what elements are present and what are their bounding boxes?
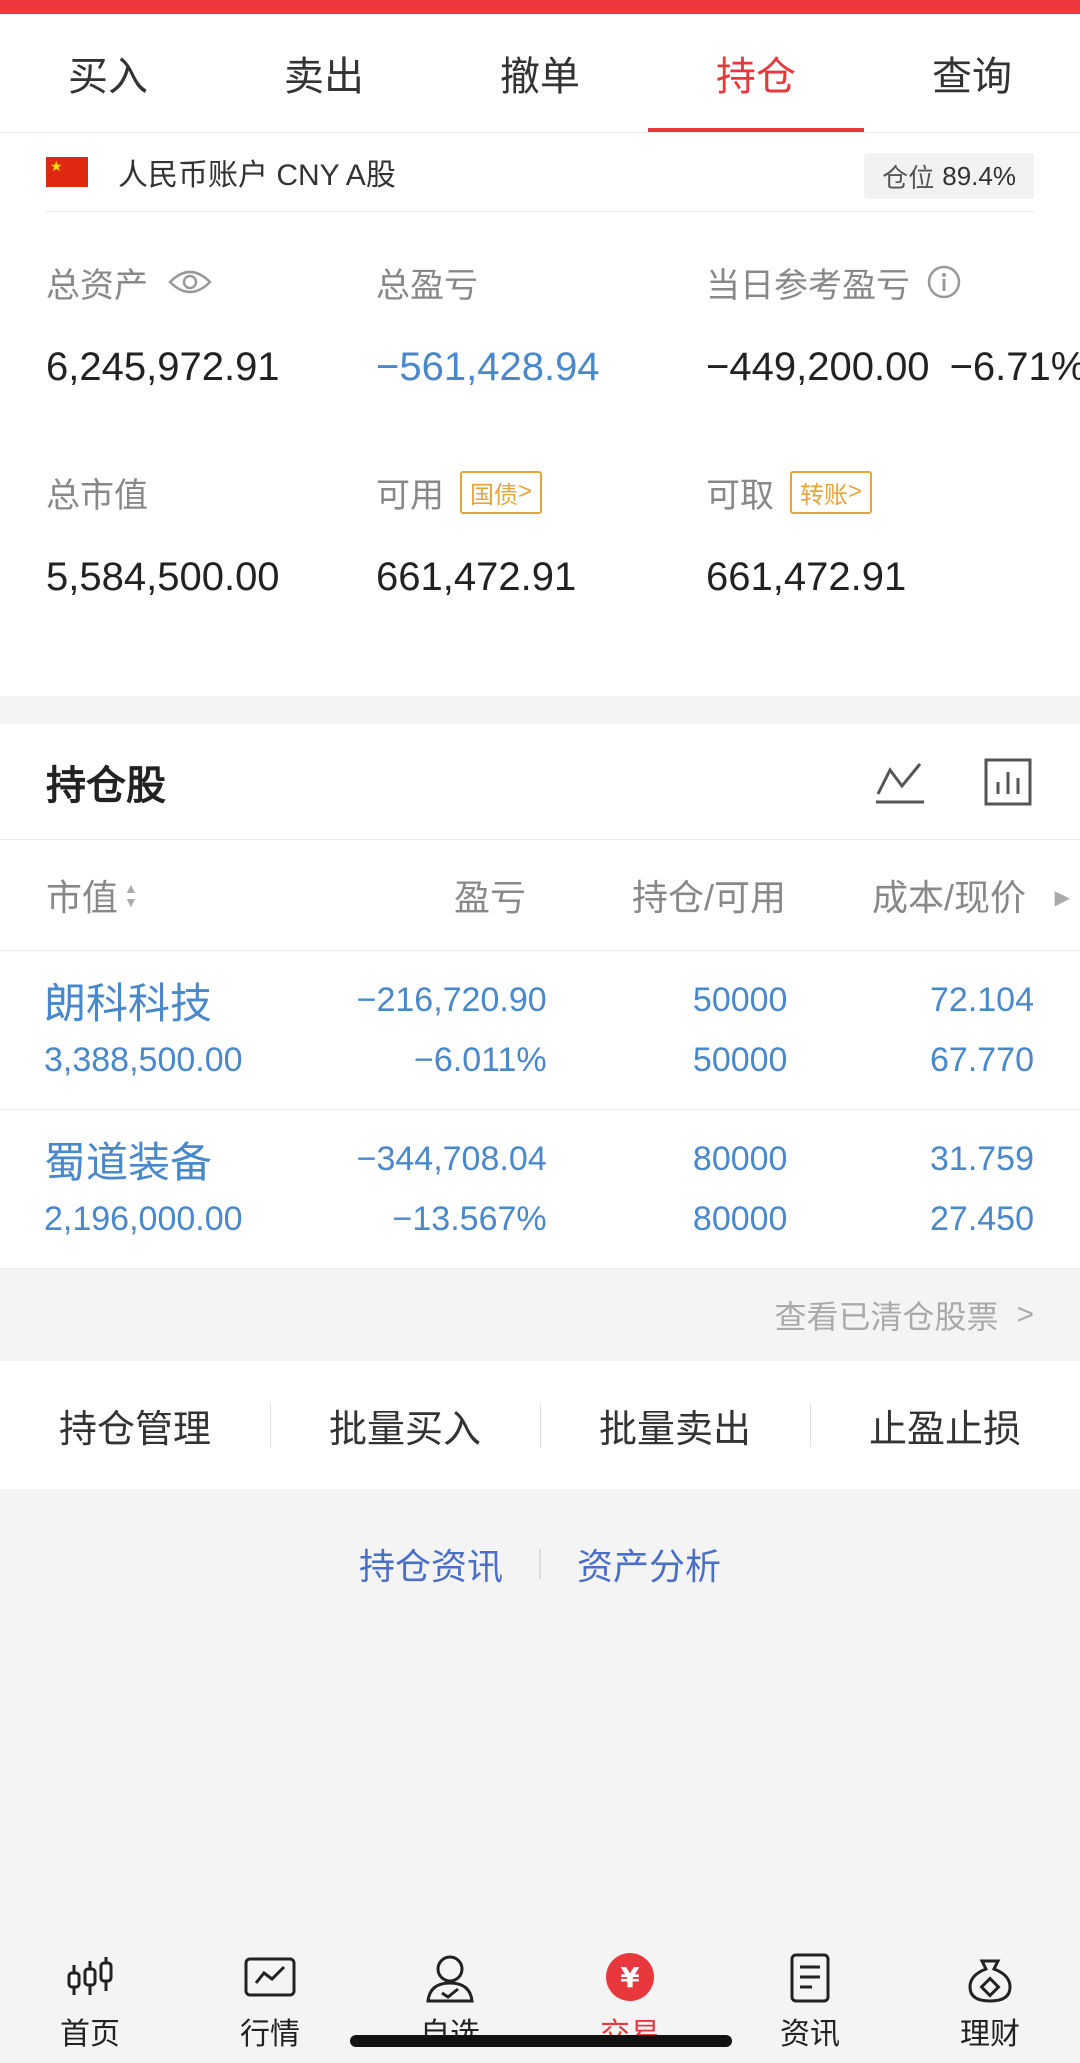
account-label: 人民币账户 CNY A股 — [118, 159, 396, 192]
available-value: 661,472.91 — [376, 554, 577, 599]
divider — [539, 1549, 541, 1579]
stock-pl-percent: −13.567% — [392, 1199, 547, 1238]
stock-hold: 80000 — [692, 1139, 788, 1178]
holding-news-link[interactable]: 持仓资讯 — [359, 1538, 503, 1590]
cleared-stocks-label: 查看已清仓股票 — [774, 1299, 999, 1335]
asset-summary: 总资产 6,245,972.91 总盈亏 −561,428.94 当日参考盈亏 — [46, 212, 1080, 696]
nav-home-label: 首页 — [60, 2018, 120, 2051]
total-pl-label: 总盈亏 — [376, 266, 478, 305]
stock-pl-percent: −6.011% — [413, 1040, 547, 1079]
stock-available: 80000 — [692, 1199, 788, 1238]
nav-news[interactable]: 资讯 — [720, 1943, 900, 2063]
available-label: 可用 — [376, 476, 444, 515]
day-pl-value: −449,200.00 — [706, 344, 930, 389]
column-pl: 盈亏 — [453, 877, 526, 918]
wealth-bag-icon — [968, 1959, 1012, 2003]
stock-price: 67.770 — [930, 1040, 1034, 1079]
holding-actions: 持仓管理 批量买入 批量卖出 止盈止损 — [0, 1361, 1080, 1489]
account-selector[interactable]: 人民币账户 CNY A股 仓位 89.4% — [46, 133, 1034, 212]
tab-positions[interactable]: 持仓 — [648, 14, 864, 132]
sort-icon: ▲ ▼ — [124, 880, 138, 910]
batch-buy-button[interactable]: 批量买入 — [270, 1398, 540, 1453]
home-indicator — [350, 2035, 732, 2047]
bar-chart-icon[interactable] — [982, 756, 1034, 808]
holdings-panel: 持仓股 市值 ▲ ▼ 盈亏 持仓/可用 成本/现价 ▶ 朗科科技 −216,720… — [0, 724, 1080, 1269]
market-chart-icon — [244, 1957, 296, 1997]
transfer-button[interactable]: 转账 > — [790, 470, 873, 514]
asset-analysis-link[interactable]: 资产分析 — [577, 1538, 721, 1590]
withdrawable-label: 可取 — [706, 476, 774, 515]
column-market-value[interactable]: 市值 ▲ ▼ — [46, 869, 286, 921]
stock-market-value: 2,196,000.00 — [44, 1199, 243, 1238]
news-document-icon — [790, 1953, 830, 2003]
stock-market-value: 3,388,500.00 — [44, 1040, 243, 1079]
withdrawable-value: 661,472.91 — [706, 554, 907, 599]
china-flag-icon — [46, 157, 88, 187]
watchlist-person-icon — [426, 1955, 474, 2003]
info-icon[interactable] — [926, 264, 962, 300]
tab-query[interactable]: 查询 — [864, 14, 1080, 132]
home-candles-icon — [67, 1957, 113, 1995]
trade-yen-icon: ¥ — [606, 1953, 654, 2001]
account-panel: 人民币账户 CNY A股 仓位 89.4% 总资产 6,245,972.91 总… — [0, 133, 1080, 696]
chevron-right-icon: > — [1016, 1298, 1034, 1331]
total-assets-label: 总资产 — [46, 266, 148, 305]
tab-cancel[interactable]: 撤单 — [432, 14, 648, 132]
nav-market[interactable]: 行情 — [180, 1943, 360, 2063]
total-pl-value: −561,428.94 — [376, 344, 600, 389]
stock-price: 27.450 — [930, 1199, 1034, 1238]
day-pl-label: 当日参考盈亏 — [706, 266, 910, 305]
treasury-bond-button[interactable]: 国债 > — [460, 470, 543, 514]
day-pl-percent: −6.71% — [949, 344, 1080, 389]
scroll-right-icon[interactable]: ▶ — [1055, 885, 1070, 910]
tab-buy[interactable]: 买入 — [0, 14, 216, 132]
position-ratio-badge: 仓位 89.4% — [864, 153, 1034, 199]
transfer-label: 转账 — [800, 481, 848, 509]
manage-holdings-button[interactable]: 持仓管理 — [0, 1398, 270, 1453]
stock-name: 朗科科技 — [44, 979, 213, 1027]
stock-available: 50000 — [692, 1040, 788, 1079]
market-value-label: 总市值 — [46, 476, 148, 515]
nav-wealth-label: 理财 — [960, 2018, 1020, 2051]
take-profit-stop-loss-button[interactable]: 止盈止损 — [810, 1398, 1080, 1453]
holdings-column-header: 市值 ▲ ▼ 盈亏 持仓/可用 成本/现价 ▶ — [0, 840, 1080, 951]
footer-links: 持仓资讯 资产分析 — [0, 1489, 1080, 1639]
trade-tabs: 买入 卖出 撤单 持仓 查询 — [0, 14, 1080, 133]
tab-sell[interactable]: 卖出 — [216, 14, 432, 132]
stock-cost: 31.759 — [930, 1139, 1034, 1178]
batch-sell-button[interactable]: 批量卖出 — [540, 1398, 810, 1453]
position-ratio-label: 仓位 — [882, 162, 935, 193]
column-cost-price: 成本/现价 — [871, 877, 1026, 918]
holding-row[interactable]: 蜀道装备 −344,708.04 80000 31.759 2,196,000.… — [0, 1110, 1080, 1269]
column-hold-available: 持仓/可用 — [631, 877, 786, 918]
holding-row[interactable]: 朗科科技 −216,720.90 50000 72.104 3,388,500.… — [0, 951, 1080, 1110]
status-bar-accent — [0, 0, 1080, 14]
chevron-right-icon: > — [518, 478, 533, 505]
cleared-stocks-link[interactable]: 查看已清仓股票 > — [0, 1269, 1080, 1361]
nav-news-label: 资讯 — [780, 2018, 840, 2051]
stock-name: 蜀道装备 — [44, 1138, 213, 1186]
bottom-nav: 首页 行情 自选 ¥ 交易 资讯 — [0, 1943, 1080, 2063]
nav-home[interactable]: 首页 — [0, 1943, 180, 2063]
nav-wealth[interactable]: 理财 — [900, 1943, 1080, 2063]
line-chart-icon[interactable] — [874, 756, 926, 808]
stock-hold: 50000 — [692, 980, 788, 1019]
nav-market-label: 行情 — [240, 2018, 300, 2051]
eye-icon[interactable] — [168, 268, 212, 296]
stock-pl: −344,708.04 — [356, 1139, 547, 1178]
position-ratio-value: 89.4% — [942, 160, 1016, 191]
column-market-value-label: 市值 — [46, 877, 119, 918]
treasury-bond-label: 国债 — [470, 481, 518, 509]
market-value-value: 5,584,500.00 — [46, 554, 280, 599]
total-assets-value: 6,245,972.91 — [46, 344, 280, 389]
chevron-right-icon: > — [848, 478, 863, 505]
svg-text:¥: ¥ — [620, 1961, 640, 1994]
stock-pl: −216,720.90 — [356, 980, 547, 1019]
stock-cost: 72.104 — [930, 980, 1034, 1019]
holdings-title: 持仓股 — [46, 763, 166, 808]
